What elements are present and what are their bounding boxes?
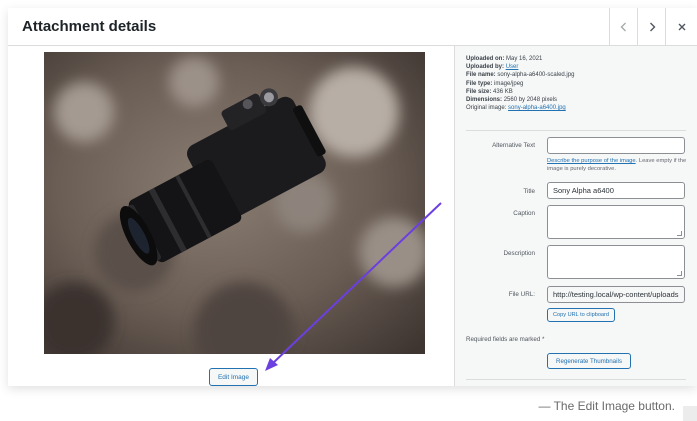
- divider: [466, 379, 686, 380]
- attachment-details-sidebar: Uploaded on: May 16, 2021 Uploaded by: U…: [454, 46, 697, 386]
- original-image-link[interactable]: sony-alpha-a6400.jpg: [508, 105, 566, 111]
- divider: [466, 130, 686, 131]
- describe-purpose-link[interactable]: Describe the purpose of the image: [547, 158, 636, 164]
- next-attachment-button[interactable]: [637, 8, 665, 46]
- close-icon: [678, 23, 685, 31]
- uploaded-on-value: May 16, 2021: [506, 56, 543, 62]
- figure-caption: — The Edit Image button.: [538, 399, 675, 413]
- file-name-value: sony-alpha-a6400-scaled.jpg: [497, 72, 575, 79]
- chevron-right-icon: [649, 22, 655, 32]
- file-metadata: Uploaded on: May 16, 2021 Uploaded by: U…: [466, 56, 575, 112]
- previous-attachment-button[interactable]: [609, 8, 637, 46]
- alt-text-input[interactable]: [547, 137, 685, 154]
- chevron-left-icon: [620, 22, 626, 32]
- scrollbar-corner: [683, 406, 697, 421]
- camera-photo: [44, 52, 425, 354]
- alt-text-label: Alternative Text: [492, 142, 535, 149]
- description-textarea[interactable]: [547, 245, 685, 279]
- caption-label: Caption: [513, 210, 535, 217]
- title-label: Title: [523, 188, 535, 195]
- dimensions-value: 2560 by 2048 pixels: [503, 97, 558, 104]
- image-preview-area: Edit Image: [8, 46, 453, 386]
- uploaded-by-link[interactable]: User: [506, 64, 519, 70]
- required-fields-note: Required fields are marked *: [466, 336, 545, 343]
- attachment-image: [44, 52, 425, 354]
- regenerate-thumbnails-button[interactable]: Regenerate Thumbnails: [547, 353, 631, 369]
- modal-title: Attachment details: [22, 18, 157, 35]
- close-modal-button[interactable]: [665, 8, 697, 46]
- modal-header: Attachment details: [8, 8, 697, 46]
- attachment-details-modal: Attachment details Edit Image Uploaded o…: [8, 8, 697, 386]
- caption-textarea[interactable]: [547, 205, 685, 239]
- title-input[interactable]: Sony Alpha a6400: [547, 182, 685, 199]
- file-type-value: image/jpeg: [494, 80, 524, 87]
- file-url-input[interactable]: http://testing.local/wp-content/uploads: [547, 286, 685, 303]
- description-label: Description: [503, 250, 536, 257]
- copy-url-button[interactable]: Copy URL to clipboard: [547, 308, 615, 322]
- alt-text-hint: Describe the purpose of the image. Leave…: [547, 158, 687, 172]
- resize-handle-icon[interactable]: [677, 271, 682, 276]
- resize-handle-icon[interactable]: [677, 231, 682, 236]
- file-size-value: 436 KB: [493, 88, 513, 95]
- edit-image-button[interactable]: Edit Image: [209, 368, 258, 386]
- file-url-label: File URL:: [508, 291, 535, 298]
